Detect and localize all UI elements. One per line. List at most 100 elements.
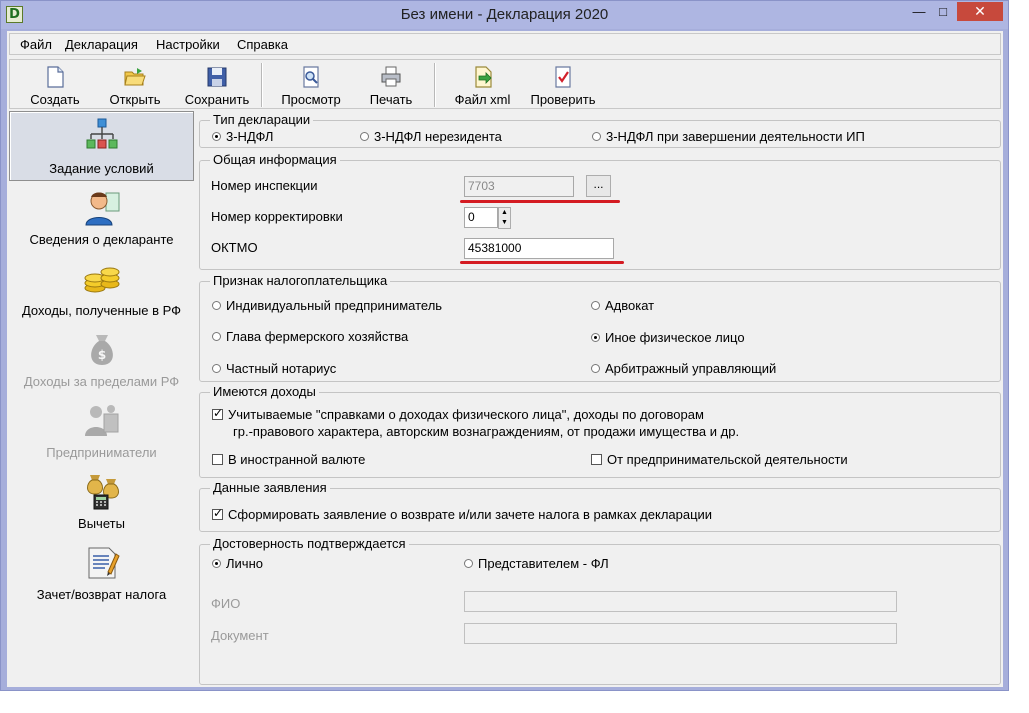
radio-label: 3-НДФЛ нерезидента [374,129,502,144]
title-bar[interactable]: D Без имени - Декларация 2020 — □ ✕ [1,1,1008,29]
general-info-group: Общая информация Номер инспекции 7703 ..… [199,152,1001,270]
radio-farm-head[interactable]: Глава фермерского хозяйства [212,329,408,344]
checkbox-business-income[interactable]: От предпринимательской деятельности [591,452,848,467]
radio-notary[interactable]: Частный нотариус [212,361,336,376]
main-content: Тип декларации 3-НДФЛ 3-НДФЛ нерезидента… [197,111,1003,687]
radio-indicator [360,132,369,141]
close-button[interactable]: ✕ [957,2,1003,21]
sidebar-item-entrepreneurs[interactable]: Предприниматели [9,396,194,466]
radio-3ndfl[interactable]: 3-НДФЛ [212,129,273,144]
radio-label: Глава фермерского хозяйства [226,329,409,344]
radio-label: Арбитражный управляющий [605,361,777,376]
person-icon [84,192,119,226]
radio-representative[interactable]: Представителем - ФЛ [464,556,609,571]
radio-label: Представителем - ФЛ [478,556,609,571]
application-group: Данные заявления Сформировать заявление … [199,480,1001,532]
sidebar: Задание условий Сведения о декларанте До… [7,111,197,687]
group-title: Тип декларации [210,112,314,127]
toolbar: Создать Открыть Сохранить Просмотр Печат… [9,59,1001,109]
sidebar-item-income-rf[interactable]: Доходы, полученные в РФ [9,254,194,324]
radio-label: Лично [226,556,263,571]
radio-arbitration-manager[interactable]: Арбитражный управляющий [591,361,776,376]
radio-3ndfl-nonresident[interactable]: 3-НДФЛ нерезидента [360,129,502,144]
group-title: Общая информация [210,152,340,167]
correction-number-field[interactable]: 0 [464,207,498,228]
sidebar-item-conditions[interactable]: Задание условий [9,111,194,181]
sidebar-item-deductions[interactable]: Вычеты [9,467,194,537]
create-label: Создать [30,92,80,107]
print-button[interactable]: Печать [355,62,427,108]
radio-indicator [592,132,601,141]
group-title: Имеются доходы [210,384,319,399]
open-folder-icon [124,68,146,86]
sidebar-item-income-abroad[interactable]: $ Доходы за пределами РФ [9,325,194,395]
new-document-icon [47,66,64,88]
radio-indicator [212,364,221,373]
browse-inspection-button[interactable]: ... [586,175,611,197]
radio-label: Иное физическое лицо [605,330,745,345]
correction-spinner[interactable]: ▲ ▼ [498,207,511,229]
xml-file-button[interactable]: Файл xml [445,62,520,108]
group-title: Данные заявления [210,480,330,495]
radio-lawyer[interactable]: Адвокат [591,298,654,313]
radio-label: Частный нотариус [226,361,337,376]
checkbox-label: В иностранной валюте [228,452,366,467]
menu-file[interactable]: Файл [20,37,52,52]
taxpayer-sign-group: Признак налогоплательщика Индивидуальный… [199,273,1001,382]
preview-button[interactable]: Просмотр [272,62,350,108]
money-bag-icon: $ [90,335,113,365]
create-button[interactable]: Создать [20,62,90,108]
radio-indicator [212,301,221,310]
radio-indicator [212,332,221,341]
radio-indicator [212,132,221,141]
print-label: Печать [369,92,413,107]
deductions-icon [86,475,119,510]
radio-indicator [591,364,600,373]
fio-label: ФИО [211,596,241,611]
fio-field[interactable] [464,591,897,612]
spin-down-icon[interactable]: ▼ [499,218,510,228]
sidebar-item-label: Сведения о декларанте [29,232,174,247]
menu-settings[interactable]: Настройки [156,37,220,52]
app-window: D Без имени - Декларация 2020 — □ ✕ Файл… [0,0,1009,691]
sidebar-item-label: Вычеты [78,516,125,531]
correction-label: Номер корректировки [211,209,343,224]
document-label: Документ [211,628,269,643]
oktmo-field[interactable]: 45381000 [464,238,614,259]
checkbox-indicator [212,406,223,420]
checkbox-certificate-income[interactable]: Учитываемые "справками о доходах физичес… [212,406,704,422]
check-button[interactable]: Проверить [524,62,602,108]
menu-help[interactable]: Справка [237,37,288,52]
inspection-label: Номер инспекции [211,178,318,193]
checkbox-indicator [212,506,223,520]
xml-export-icon [474,66,492,88]
client-area: Файл Декларация Настройки Справка Создат… [7,31,1003,687]
save-button[interactable]: Сохранить [180,62,254,108]
radio-individual-entrepreneur[interactable]: Индивидуальный предприниматель [212,298,442,313]
group-title: Достоверность подтверждается [210,536,409,551]
annotation-underline [460,261,624,264]
sidebar-item-declarant[interactable]: Сведения о декларанте [9,183,194,253]
sidebar-item-label: Предприниматели [46,445,157,460]
maximize-button[interactable]: □ [933,2,953,21]
menu-bar: Файл Декларация Настройки Справка [9,33,1001,55]
menu-declaration[interactable]: Декларация [65,37,138,52]
radio-indicator [591,301,600,310]
radio-other-individual[interactable]: Иное физическое лицо [591,330,745,345]
document-field[interactable] [464,623,897,644]
sidebar-item-label: Доходы, полученные в РФ [21,303,182,318]
radio-label: Индивидуальный предприниматель [226,298,443,313]
checkbox-form-application[interactable]: Сформировать заявление о возврате и/или … [212,506,712,522]
sidebar-item-tax-refund[interactable]: Зачет/возврат налога [9,538,194,608]
open-button[interactable]: Открыть [100,62,170,108]
checkbox-foreign-currency[interactable]: В иностранной валюте [212,452,365,467]
spin-up-icon[interactable]: ▲ [499,208,510,218]
minimize-button[interactable]: — [909,2,929,21]
open-label: Открыть [109,92,161,107]
inspection-number-field[interactable]: 7703 [464,176,574,197]
radio-personally[interactable]: Лично [212,556,263,571]
radio-label: 3-НДФЛ при завершении деятельности ИП [606,129,865,144]
radio-3ndfl-ip-closure[interactable]: 3-НДФЛ при завершении деятельности ИП [592,129,865,144]
tax-refund-icon [88,547,120,579]
checkbox-label: От предпринимательской деятельности [607,452,848,467]
